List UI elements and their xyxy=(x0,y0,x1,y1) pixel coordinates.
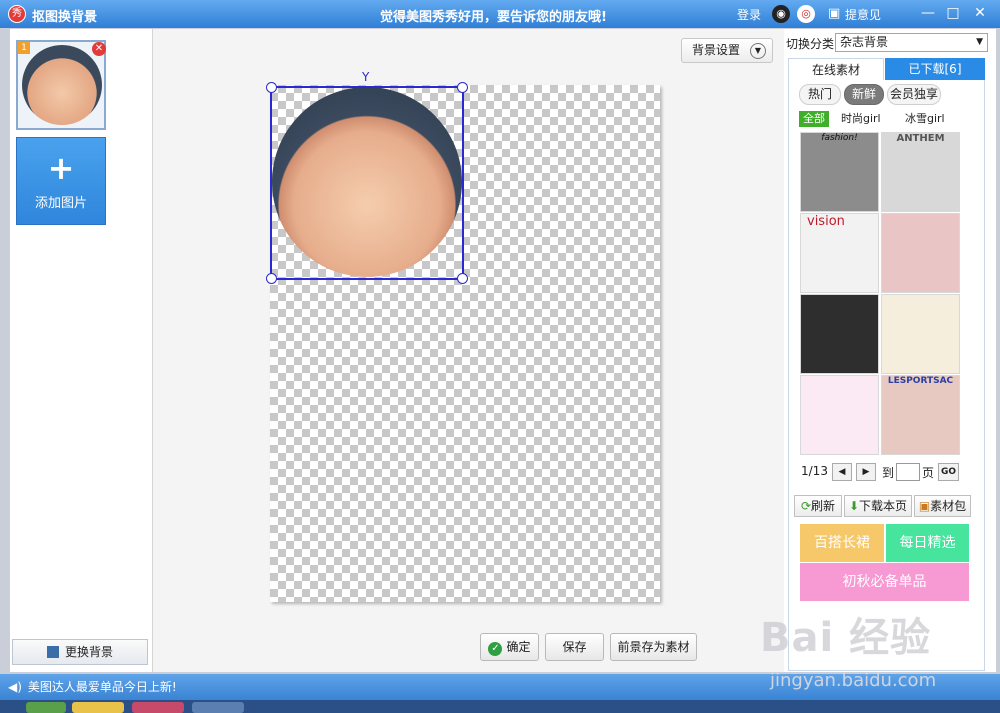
taskbar-app-icon[interactable] xyxy=(132,702,184,713)
material-tile[interactable] xyxy=(800,294,879,374)
add-picture-label: 添加图片 xyxy=(34,196,87,211)
download-page-label: 下载本页 xyxy=(859,499,908,513)
taskbar-app-icon[interactable] xyxy=(72,702,124,713)
material-tile[interactable] xyxy=(881,213,960,293)
change-background-button[interactable]: 更换背景 xyxy=(12,639,148,665)
resize-handle[interactable] xyxy=(457,82,468,93)
material-tile[interactable]: LESPORTSAC xyxy=(881,375,960,455)
material-tile[interactable]: ANTHEM xyxy=(881,132,960,212)
promo-autumn-items[interactable]: 初秋必备单品 xyxy=(800,563,969,601)
refresh-label: 刷新 xyxy=(811,499,836,513)
remove-image-icon[interactable]: ✕ xyxy=(92,42,106,56)
save-button[interactable]: 保存 xyxy=(545,633,604,661)
baidu-watermark-logo: Bai 经验 xyxy=(760,615,932,661)
taskbar-app-icon[interactable] xyxy=(192,702,244,713)
category-select[interactable]: 杂志背景 ▼ xyxy=(835,33,988,52)
prev-page-icon[interactable]: ◀ xyxy=(832,463,852,481)
add-picture-button[interactable]: + 添加图片 xyxy=(16,137,106,225)
speaker-icon: ◀) xyxy=(8,680,22,694)
save-foreground-button[interactable]: 前景存为素材 xyxy=(610,633,697,661)
baidu-watermark-url: jingyan.baidu.com xyxy=(770,670,937,691)
filter-fashion-girl[interactable]: 时尚girl xyxy=(841,111,881,127)
title-bar: 秀 抠图换背景 觉得美图秀秀好用，要告诉您的朋友哦! 登录 ◉ ◎ ▣ 提意见 … xyxy=(0,0,1000,28)
tile-caption: vision xyxy=(807,214,845,229)
go-button[interactable]: GO xyxy=(938,463,959,481)
filter-ice-girl[interactable]: 冰雪girl xyxy=(905,111,945,127)
slogan-text: 觉得美图秀秀好用，要告诉您的朋友哦! xyxy=(380,10,607,25)
resize-handle[interactable] xyxy=(266,273,277,284)
package-icon: ▣ xyxy=(918,499,931,513)
goto-label: 到 xyxy=(882,466,895,480)
subtab-vip[interactable]: 会员独享 xyxy=(887,84,941,105)
selection-box[interactable] xyxy=(266,82,468,284)
tile-caption: ANTHEM xyxy=(896,133,945,144)
resize-handle[interactable] xyxy=(457,273,468,284)
tab-online-materials[interactable]: 在线素材 xyxy=(788,58,884,80)
package-label: 素材包 xyxy=(930,499,967,513)
background-icon xyxy=(46,646,59,658)
taskbar-app-icon[interactable] xyxy=(26,702,66,713)
refresh-button[interactable]: ⟳刷新 xyxy=(794,495,842,517)
resize-handle[interactable] xyxy=(266,82,277,93)
background-settings-button[interactable]: 背景设置 ▼ xyxy=(681,38,773,63)
download-icon: ⬇ xyxy=(848,499,860,513)
plus-icon: + xyxy=(47,149,75,187)
chevron-down-icon: ▼ xyxy=(750,43,766,59)
change-background-label: 更换背景 xyxy=(64,645,113,659)
rotate-handle-icon[interactable]: Y xyxy=(362,71,372,85)
subtab-hot[interactable]: 热门 xyxy=(799,84,841,105)
material-tile[interactable]: fashion! xyxy=(800,132,879,212)
baby-thumbnail-image xyxy=(22,45,102,125)
close-icon[interactable]: ✕ xyxy=(970,4,990,24)
chevron-down-icon: ▼ xyxy=(976,37,983,47)
chat-icon[interactable]: ▣ xyxy=(828,6,840,21)
status-text[interactable]: 美图达人最爱单品今日上新! xyxy=(28,680,177,694)
confirm-button[interactable]: ✓ 确定 xyxy=(480,633,539,661)
material-tile[interactable]: vision xyxy=(800,213,879,293)
refresh-icon: ⟳ xyxy=(800,499,812,513)
material-tile[interactable] xyxy=(881,294,960,374)
weibo-icon[interactable]: ◎ xyxy=(797,5,815,23)
category-label: 切换分类 xyxy=(786,37,835,51)
background-settings-label: 背景设置 xyxy=(692,43,741,57)
subtab-fresh[interactable]: 新鲜 xyxy=(844,84,884,105)
login-link[interactable]: 登录 xyxy=(737,6,761,23)
thumbnail-index: 1 xyxy=(18,42,30,54)
maximize-icon[interactable]: □ xyxy=(943,4,963,24)
page-label: 页 xyxy=(922,466,935,480)
filter-all[interactable]: 全部 xyxy=(799,111,829,127)
page-number-input[interactable] xyxy=(896,463,920,481)
tab-downloaded[interactable]: 已下载[6] xyxy=(885,58,985,80)
page-indicator: 1/13 xyxy=(801,464,828,478)
promo-daily-picks[interactable]: 每日精选 xyxy=(886,524,969,562)
check-icon: ✓ xyxy=(488,642,503,656)
image-thumbnail[interactable]: 1 ✕ xyxy=(16,40,106,130)
next-page-icon[interactable]: ▶ xyxy=(856,463,876,481)
app-logo-icon: 秀 xyxy=(8,5,26,23)
tile-caption: LESPORTSAC xyxy=(887,376,954,386)
tile-caption: fashion! xyxy=(821,133,858,143)
qq-icon[interactable]: ◉ xyxy=(772,5,790,23)
promo-long-skirt[interactable]: 百搭长裙 xyxy=(800,524,884,562)
download-page-button[interactable]: ⬇下载本页 xyxy=(844,495,912,517)
material-tile[interactable] xyxy=(800,375,879,455)
minimize-icon[interactable]: — xyxy=(918,4,938,24)
feedback-link[interactable]: 提意见 xyxy=(845,6,881,23)
package-button[interactable]: ▣素材包 xyxy=(914,495,971,517)
window-title: 抠图换背景 xyxy=(32,10,98,25)
category-value: 杂志背景 xyxy=(840,35,889,49)
confirm-label: 确定 xyxy=(506,640,531,654)
